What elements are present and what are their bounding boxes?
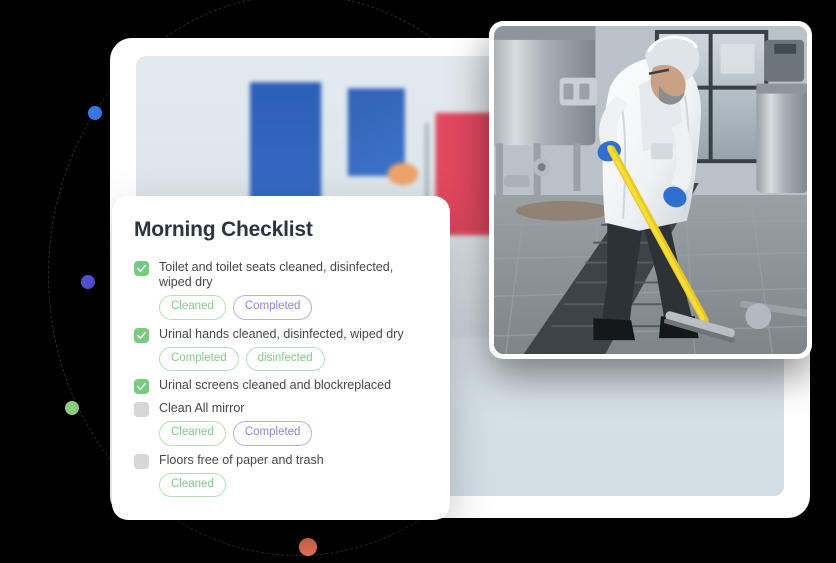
blue-dot xyxy=(88,106,102,120)
checklist-item-label: Clean All mirror xyxy=(159,401,245,415)
worker-photo-card xyxy=(489,21,812,359)
checklist-item-body: Urinal screens cleaned and blockreplaced xyxy=(159,378,428,393)
checkbox-unchecked-icon[interactable] xyxy=(134,453,149,469)
checklist-item-body: Toilet and toilet seats cleaned, disinfe… xyxy=(159,260,428,320)
checklist-items: Toilet and toilet seats cleaned, disinfe… xyxy=(134,260,428,497)
status-badge[interactable]: disinfected xyxy=(245,346,325,371)
status-badge[interactable]: Completed xyxy=(232,421,313,446)
checklist-item[interactable]: Urinal screens cleaned and blockreplaced xyxy=(134,378,428,394)
checklist-item-label: Urinal hands cleaned, disinfected, wiped… xyxy=(159,326,404,341)
morning-checklist-card: Morning Checklist Toilet and toilet seat… xyxy=(112,196,450,520)
worker-photo-illustration xyxy=(494,26,807,354)
checklist-item-body: Urinal hands cleaned, disinfected, wiped… xyxy=(159,326,428,371)
checkmark-icon xyxy=(137,382,146,391)
checklist-item[interactable]: Floors free of paper and trash Cleaned xyxy=(134,452,428,497)
checklist-item-label: Urinal screens cleaned and blockreplaced xyxy=(159,378,392,392)
checkmark-icon xyxy=(137,264,146,273)
orange-dot xyxy=(299,538,317,556)
badge-row: Cleaned Completed xyxy=(159,295,428,320)
checklist-item-body: Floors free of paper and trash Cleaned xyxy=(159,452,428,497)
badge-row: Completed disinfected xyxy=(159,346,428,371)
worker-photo-image xyxy=(494,26,807,354)
status-badge[interactable]: Cleaned xyxy=(159,295,226,320)
checklist-item-label: Toilet and toilet seats cleaned, disinfe… xyxy=(159,260,394,289)
checklist-item-body: Clean All mirror Cleaned Completed xyxy=(159,401,428,446)
checklist-item[interactable]: Urinal hands cleaned, disinfected, wiped… xyxy=(134,326,428,371)
status-badge[interactable]: Cleaned xyxy=(159,421,226,446)
status-badge[interactable]: Completed xyxy=(232,295,313,320)
page-title: Morning Checklist xyxy=(134,218,313,241)
checkbox-unchecked-icon[interactable] xyxy=(134,402,149,417)
checkbox-checked-icon[interactable] xyxy=(134,327,149,343)
green-dot xyxy=(65,401,79,415)
checklist-item[interactable]: Clean All mirror Cleaned Completed xyxy=(134,401,428,446)
badge-row: Cleaned Completed xyxy=(159,421,428,446)
badge-row: Cleaned xyxy=(159,472,428,497)
status-badge[interactable]: Completed xyxy=(159,346,239,371)
checkmark-icon xyxy=(137,331,146,339)
checkbox-checked-icon[interactable] xyxy=(134,261,149,276)
checklist-item[interactable]: Toilet and toilet seats cleaned, disinfe… xyxy=(134,260,428,320)
purple-dot xyxy=(81,275,95,289)
checkbox-checked-icon[interactable] xyxy=(134,379,149,394)
status-badge[interactable]: Cleaned xyxy=(159,472,226,497)
checklist-item-label: Floors free of paper and trash xyxy=(159,452,324,467)
